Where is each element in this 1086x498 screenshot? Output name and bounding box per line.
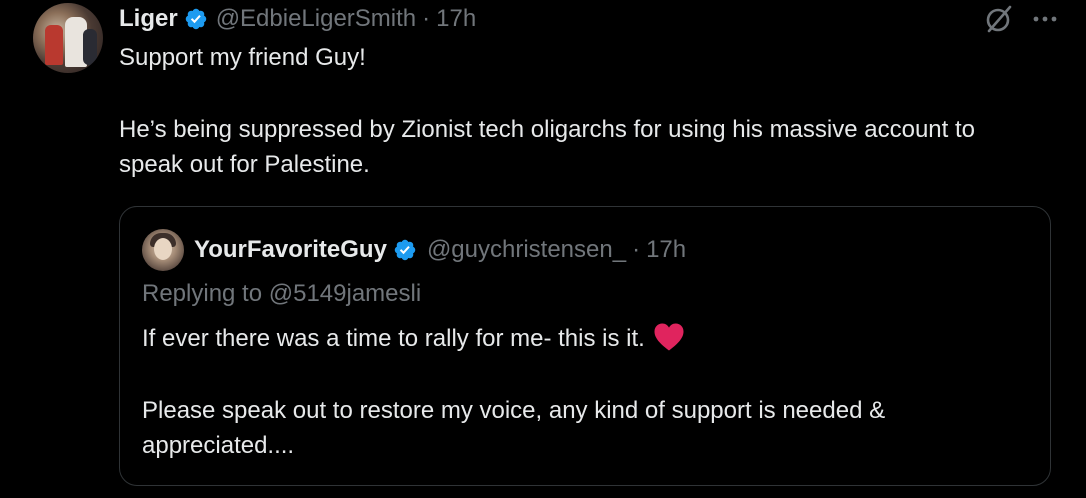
quoted-text-line1: If ever there was a time to rally for me…	[142, 325, 645, 352]
verified-badge-icon	[185, 8, 206, 30]
tweet[interactable]: Liger @EdbieLigerSmith · 17h Support my …	[0, 0, 1086, 498]
author-avatar[interactable]	[33, 3, 103, 73]
replying-mention[interactable]: @5149jamesli	[269, 280, 421, 307]
quoted-author-name[interactable]: YourFavoriteGuy	[194, 236, 387, 264]
tweet-top-actions	[984, 4, 1058, 34]
avatar-figure	[45, 25, 63, 65]
quoted-tweet-timestamp[interactable]: 17h	[646, 236, 686, 264]
replying-to: Replying to @5149jamesli	[142, 280, 421, 308]
tweet-timestamp[interactable]: 17h	[436, 5, 476, 33]
author-name[interactable]: Liger	[119, 5, 178, 33]
quoted-author-avatar[interactable]	[142, 229, 184, 271]
grok-icon[interactable]	[984, 4, 1014, 34]
avatar-figure	[83, 29, 97, 65]
separator-dot: ·	[422, 5, 431, 32]
tweet-text-line: He’s being suppressed by Zionist tech ol…	[119, 116, 975, 178]
author-handle[interactable]: @EdbieLigerSmith	[216, 5, 416, 33]
tweet-header: Liger @EdbieLigerSmith · 17h	[119, 3, 476, 35]
quoted-text-line: If ever there was a time to rally for me…	[142, 321, 1032, 356]
quoted-tweet-text: If ever there was a time to rally for me…	[142, 321, 1032, 463]
red-heart-icon	[654, 323, 684, 351]
tweet-text: Support my friend Guy! He’s being suppre…	[119, 40, 1039, 182]
replying-prefix: Replying to	[142, 280, 269, 307]
avatar-face	[154, 238, 172, 260]
tweet-text-line: Support my friend Guy!	[119, 44, 366, 71]
separator-dot: ·	[632, 236, 641, 263]
more-icon[interactable]	[1032, 6, 1058, 32]
quoted-tweet-header: YourFavoriteGuy @guychristensen_ · 17h	[194, 233, 686, 267]
quoted-author-handle[interactable]: @guychristensen_	[427, 236, 626, 264]
verified-badge-icon	[394, 239, 416, 261]
quoted-text-line: Please speak out to restore my voice, an…	[142, 397, 886, 459]
quoted-tweet[interactable]: YourFavoriteGuy @guychristensen_ · 17h R…	[119, 206, 1051, 486]
